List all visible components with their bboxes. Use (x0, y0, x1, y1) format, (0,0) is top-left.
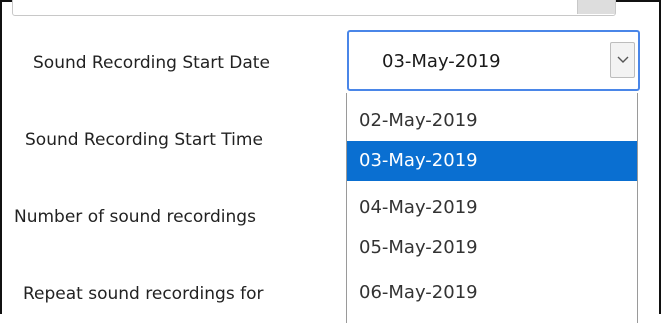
dropdown-toggle-button[interactable] (610, 42, 635, 78)
start-date-value: 03-May-2019 (382, 51, 501, 72)
start-date-select[interactable]: 03-May-2019 (347, 30, 640, 91)
date-option[interactable]: 06-May-2019 (347, 273, 637, 313)
recording-count-label: Number of sound recordings (14, 207, 256, 227)
start-date-label: Sound Recording Start Date (33, 53, 270, 73)
start-time-label: Sound Recording Start Time (25, 130, 263, 150)
start-date-options-list[interactable]: 02-May-2019 03-May-2019 04-May-2019 05-M… (346, 93, 638, 323)
chevron-down-icon (617, 56, 629, 63)
previous-field-button[interactable] (577, 0, 615, 14)
date-option[interactable]: 02-May-2019 (347, 101, 637, 141)
date-option-selected[interactable]: 03-May-2019 (347, 141, 637, 181)
date-option[interactable]: 04-May-2019 (347, 188, 637, 228)
date-option[interactable]: 05-May-2019 (347, 228, 637, 268)
previous-field[interactable] (12, 0, 616, 16)
repeat-recordings-label: Repeat sound recordings for (23, 284, 264, 304)
form-panel: Sound Recording Start Date Sound Recordi… (0, 0, 661, 323)
